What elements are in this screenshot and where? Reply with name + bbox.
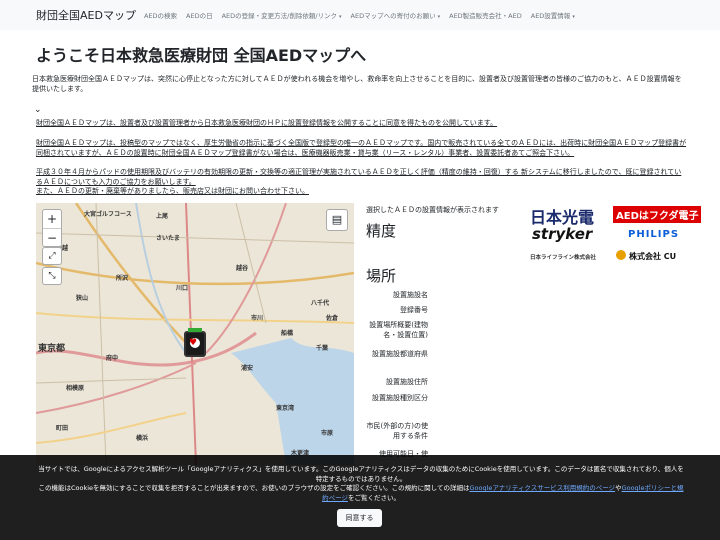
map-label: さいたま [156,235,180,242]
map-label: 町田 [56,425,69,432]
zoom-control: + − [42,209,62,247]
map-label: 八千代 [311,300,330,307]
nav-manufacturers[interactable]: AED製造販売会社・AED [449,10,522,20]
notice-2-text-a: 財団全国ＡＥＤマップは、投稿型のマップではなく、厚生労働省の指示に基づく全国版で… [36,139,428,147]
nav-registration[interactable]: AEDの登録・変更方法/削除依頼/リンク ▾ [222,10,342,20]
cookie-text-1: 当サイトでは、Googleによるアクセス解析ツール「Googleアナリティクス」… [38,465,684,483]
cookie-banner: 当サイトでは、Googleによるアクセス解析ツール「Googleアナリティクス」… [0,455,720,540]
chevron-down-icon: ▾ [572,14,575,20]
map-label: 佐倉 [326,315,339,322]
philips-logo[interactable]: PHILIPS [628,229,679,240]
field-facility-type: 設置施設種別区分 [372,394,428,402]
layers-icon[interactable]: ▤ [326,209,348,231]
analytics-terms-link[interactable]: Googleアナリティクスサービス利用規約のページ [469,484,615,492]
notice-paragraph-1: 財団全国ＡＥＤマップは、設置者及び設置管理者から日本救急医療財団のＨＰに設置登録… [36,119,688,129]
collapse-toggle-icon[interactable]: ⌄ [34,105,42,115]
field-usage-conditions: 市民(外部の方)の使用する条件 [366,422,428,440]
stryker-logo[interactable]: stryker [532,225,592,243]
selected-aed-hint: 選択したＡＥＤの設置情報が表示されます [366,206,499,214]
map-label: 府中 [106,355,119,362]
accuracy-heading: 精度 [366,222,397,240]
nihon-lifeline-logo[interactable]: 日本ライフライン株式会社 [530,253,596,261]
nav-aed-search[interactable]: AEDの検索 [144,10,177,20]
field-prefecture: 設置施設都道府県 [372,350,428,358]
nav-aed-day[interactable]: AEDの日 [186,10,213,20]
map-label: 東京湾 [276,405,295,412]
fullscreen-icon[interactable]: ⤢ [42,247,62,265]
nav-registration-label: AEDの登録・変更方法/削除依頼/リンク [221,12,338,20]
map-label: 大宮ゴルフコース [84,211,132,218]
notice-1-text: 財団全国ＡＥＤマップは、設置者及び設置管理者から日本救急医療財団のＨＰに設置登録… [36,119,498,127]
agree-button[interactable]: 同意する [337,509,382,527]
nav-aed-info[interactable]: AED設置情報 ▾ [531,10,575,20]
field-facility-name: 設置施設名 [393,291,428,299]
map-label: 越谷 [236,265,249,272]
map-label: 船橋 [281,330,294,337]
fukuda-logo[interactable]: AEDはフクダ電子 [613,206,702,223]
cu-mark-icon [616,250,626,260]
cookie-text-2: この機能はCookieを無効にすることで収集を拒否することが出来ますので、お使い… [38,484,470,492]
field-registration-number: 登録番号 [400,306,428,314]
map-label: 相模原 [66,385,85,392]
navbar: 財団全国AEDマップ AEDの検索 AEDの日 AEDの登録・変更方法/削除依頼… [0,0,720,30]
map-label: 川口 [176,285,189,292]
map-label: 市原 [321,430,334,437]
map-label: 千葉 [316,345,329,352]
nav-donation-label: AEDマップへの寄付のお願い [350,12,436,20]
nav-donation[interactable]: AEDマップへの寄付のお願い ▾ [351,10,441,20]
notice-3-text-b: また、ＡＥＤの更新・廃棄等がありましたら、販売店又は財団にお問い合わせ下さい。 [36,187,309,195]
cu-logo[interactable]: 株式会社 CU [629,251,676,262]
chevron-down-icon: ▾ [339,14,342,20]
nav-aed-info-label: AED設置情報 [530,12,571,20]
field-location-summary: 設置場所概要(建物名・設置位置) [369,321,428,339]
zoom-in-button[interactable]: + [43,210,61,228]
map-label: 横浜 [136,435,149,442]
intro-text: 日本救急医療財団全国ＡＥＤマップは、突然に心停止となった方に対してＡＥＤが使われ… [32,75,682,93]
locate-icon[interactable]: ⤡ [42,267,62,285]
field-address: 設置施設住所 [386,378,428,386]
map-label: 狭山 [76,295,89,302]
location-heading: 場所 [366,267,397,285]
brand-link[interactable]: 財団全国AEDマップ [36,7,136,23]
map-label: 所沢 [116,275,129,282]
notice-3-text-a: 平成３０年４月からパッドの使用期限及びバッテリの有効期限の更新・交換等の適正管理… [36,168,682,186]
chevron-down-icon: ▾ [437,14,441,20]
map-label: 浦安 [241,365,254,372]
zoom-out-button[interactable]: − [43,228,61,246]
notice-paragraph-3: 平成３０年４月からパッドの使用期限及びバッテリの有効期限の更新・交換等の適正管理… [36,168,688,197]
aed-map[interactable]: 大宮ゴルフコース 川越 入間 さいたま 上尾 狭山 所沢 川口 越谷 東京都 千… [36,203,354,465]
aed-marker-bar [188,328,202,332]
page-title: ようこそ日本救急医療財団 全国AEDマップへ [36,46,367,65]
map-label: 上尾 [156,213,169,220]
map-label: 市川 [251,315,264,322]
cookie-text: 当サイトでは、Googleによるアクセス解析ツール「Googleアナリティクス」… [36,465,686,503]
map-label: 東京都 [38,344,66,354]
cookie-text-end: をご覧ください。 [347,493,400,502]
notice-paragraph-2: 財団全国ＡＥＤマップは、投稿型のマップではなく、厚生労働省の指示に基づく全国版で… [36,139,688,158]
heart-icon: ♥ [189,338,198,348]
